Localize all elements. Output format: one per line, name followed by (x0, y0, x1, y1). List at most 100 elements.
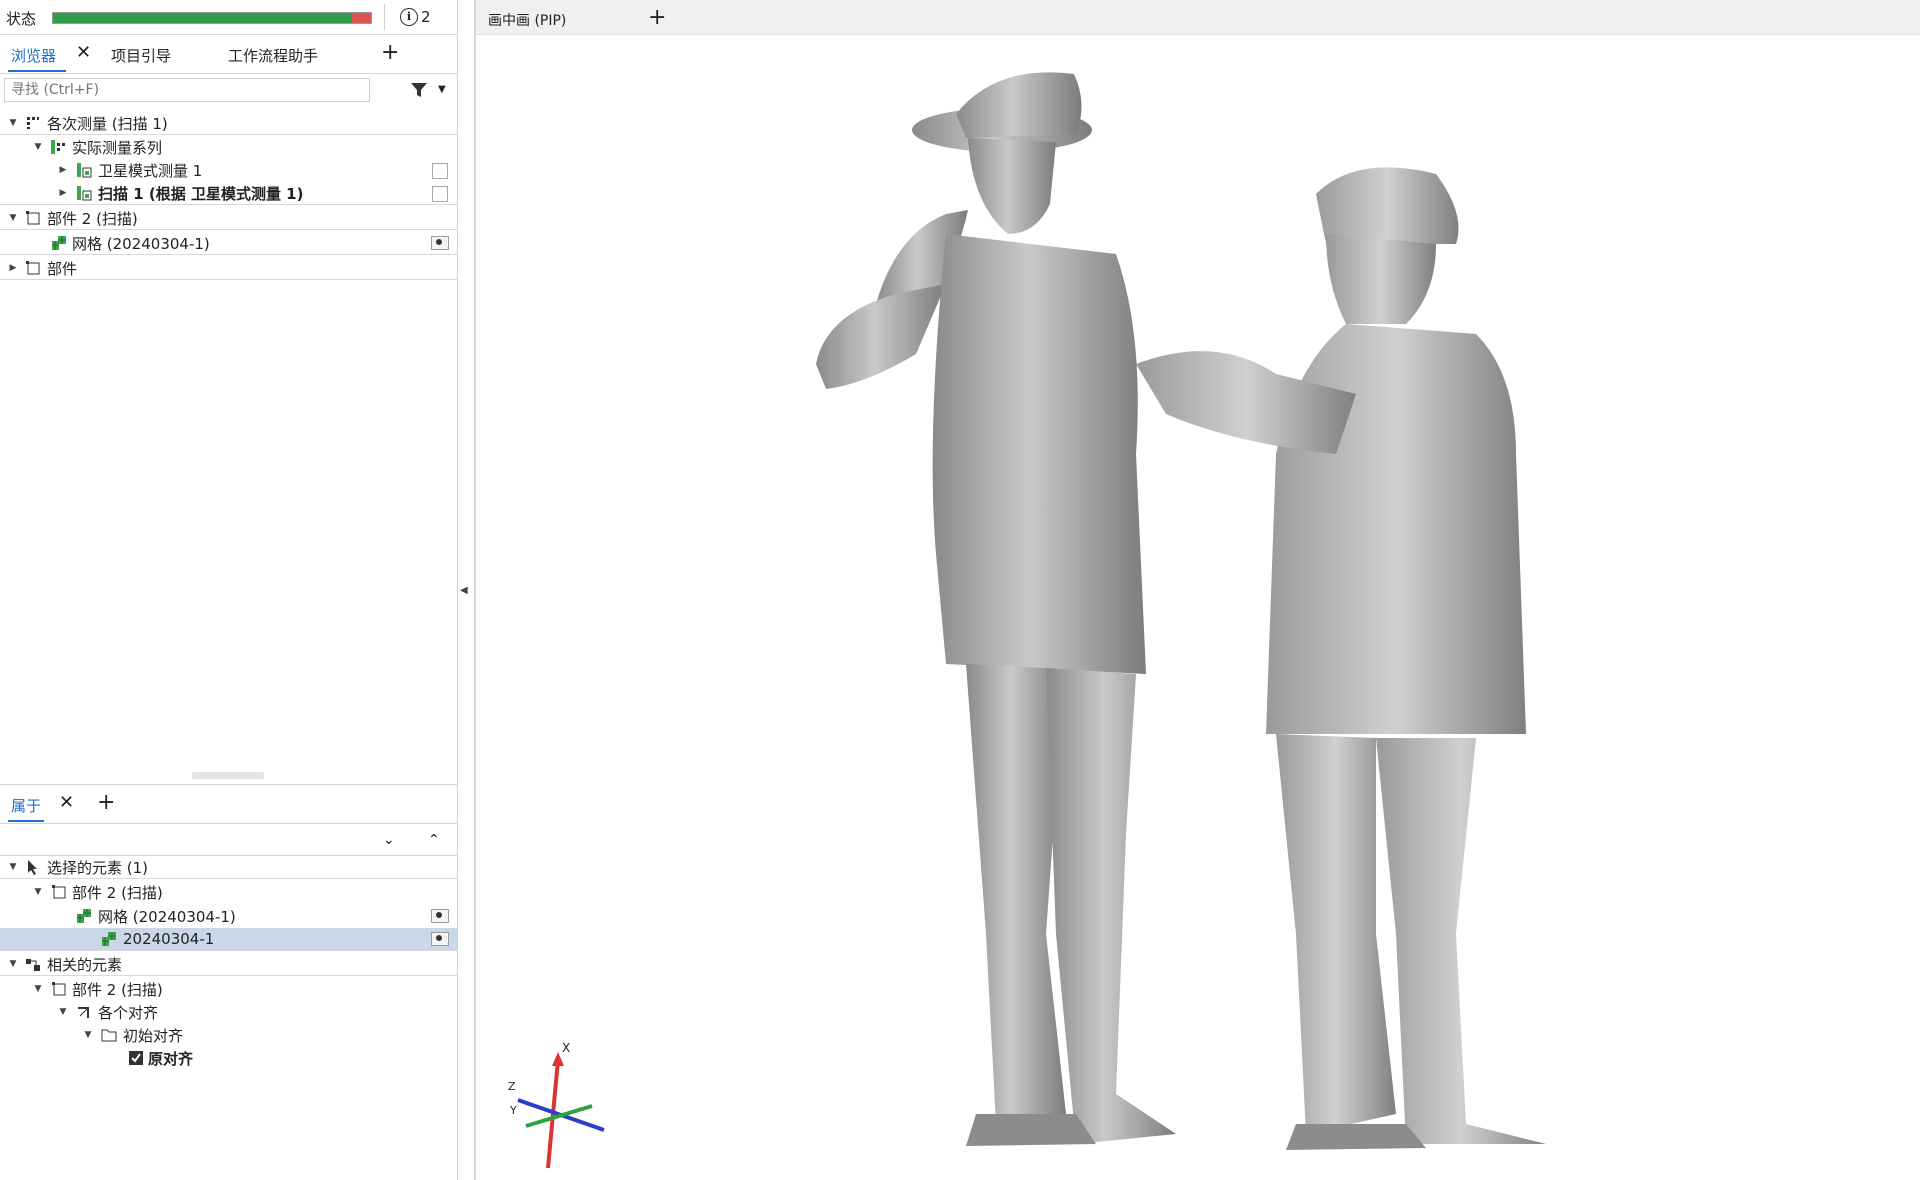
tree-item-satellite[interactable]: ▶ 卫星模式测量 1 (0, 159, 457, 181)
tree-item-label: 原对齐 (148, 1049, 194, 1068)
satellite-measurement-icon (77, 163, 92, 178)
close-icon[interactable]: ✕ (59, 792, 74, 813)
tab-workflow-assistant[interactable]: 工作流程助手 (228, 45, 318, 66)
tree-item-label: 各个对齐 (98, 1003, 159, 1022)
status-label: 状态 (6, 10, 37, 28)
chevron-down-icon[interactable]: ▼ (8, 213, 18, 223)
tree-item-label: 部件 2 (扫描) (72, 980, 163, 999)
checked-alignment-icon (129, 1051, 143, 1065)
scan-icon (77, 186, 92, 201)
folder-icon (101, 1029, 117, 1042)
tree-item-original-alignment[interactable]: 原对齐 (0, 1047, 457, 1069)
related-elements-icon (26, 959, 40, 971)
panel-splitter-handle[interactable] (192, 772, 264, 779)
add-tab-button[interactable]: + (381, 40, 399, 65)
cursor-icon (28, 860, 37, 875)
part-icon (52, 982, 66, 996)
series-icon (51, 140, 65, 154)
tree-item-mesh[interactable]: 网格 (20240304-1) (0, 232, 457, 255)
active-tab-indicator (8, 70, 66, 72)
add-view-button[interactable]: + (648, 5, 666, 30)
tree-item-label: 卫星模式测量 1 (98, 161, 203, 180)
chevron-right-icon[interactable]: ▶ (58, 188, 68, 198)
tree-item-label: 网格 (20240304-1) (72, 234, 210, 253)
tree-item-label: 网格 (20240304-1) (98, 907, 236, 926)
visibility-checkbox[interactable] (432, 163, 448, 179)
chevron-down-icon[interactable]: ▼ (83, 1030, 93, 1040)
tree-item-mesh[interactable]: 网格 (20240304-1) (0, 905, 457, 927)
mesh-icon (77, 909, 91, 923)
tab-browser[interactable]: 浏览器 (11, 45, 56, 66)
add-tab-button[interactable]: + (97, 790, 115, 815)
tree-item-label: 各次测量 (扫描 1) (47, 114, 168, 133)
visibility-checkbox[interactable] (432, 186, 448, 202)
collapse-panel-handle[interactable]: ◀ (460, 585, 468, 596)
tree-item-label: 部件 (47, 259, 78, 278)
tree-item-related-part2[interactable]: ▼ 部件 2 (扫描) (0, 978, 457, 1000)
tree-item-label: 扫描 1 (根据 卫星模式测量 1) (98, 184, 304, 203)
civilian-statue (1136, 167, 1546, 1150)
expand-all-icon[interactable]: ⌃ (428, 832, 440, 848)
info-icon: i (400, 8, 418, 26)
eye-icon[interactable] (431, 236, 449, 250)
soldier-statue (816, 72, 1176, 1146)
status-progress-bar (52, 12, 372, 24)
z-axis-label: Z (508, 1080, 516, 1093)
chevron-down-icon[interactable]: ▼ (8, 118, 18, 128)
tree-item-label: 20240304-1 (123, 930, 215, 948)
chevron-down-icon[interactable]: ▼ (438, 84, 446, 95)
chevron-down-icon[interactable]: ▼ (33, 984, 43, 994)
status-bar: 状态 i 2 (0, 0, 457, 35)
tree-item-label: 部件 2 (扫描) (72, 883, 163, 902)
tree-item-label: 相关的元素 (47, 955, 123, 974)
mesh-icon (52, 236, 66, 250)
tree-item-label: 部件 2 (扫描) (47, 209, 138, 228)
tree-item-label: 初始对齐 (123, 1026, 184, 1045)
chevron-down-icon[interactable]: ▼ (33, 142, 43, 152)
tab-project-guide[interactable]: 项目引导 (111, 45, 171, 66)
chevron-down-icon[interactable]: ▼ (8, 959, 18, 969)
x-axis-label: X (562, 1041, 570, 1055)
chevron-down-icon[interactable]: ▼ (8, 862, 18, 872)
info-count: 2 (421, 8, 431, 26)
tree-item-selected-elements[interactable]: ▼ 选择的元素 (1) (0, 856, 457, 879)
tree-item-part2[interactable]: ▼ 部件 2 (扫描) (0, 881, 457, 903)
tab-pip[interactable]: 画中画 (PIP) (488, 10, 566, 30)
tree-item-initial-alignment[interactable]: ▼ 初始对齐 (0, 1024, 457, 1046)
filter-icon[interactable] (410, 81, 428, 99)
tree-item-label: 实际测量系列 (72, 138, 163, 157)
3d-model-statues[interactable] (476, 34, 1920, 1180)
chevron-right-icon[interactable]: ▶ (58, 165, 68, 175)
tree-item-label: 选择的元素 (1) (47, 858, 149, 877)
chevron-down-icon[interactable]: ▼ (33, 887, 43, 897)
mesh-icon (102, 932, 116, 946)
browser-tabbar: 浏览器 ✕ 项目引导 工作流程助手 + (0, 35, 457, 74)
tree-item-mesh-data[interactable]: 20240304-1 (0, 928, 457, 951)
tree-item-actual-series[interactable]: ▼ 实际测量系列 (0, 136, 457, 158)
info-button[interactable]: i 2 (400, 6, 440, 28)
tree-item-related-elements[interactable]: ▼ 相关的元素 (0, 953, 457, 976)
status-progress-error (351, 13, 371, 23)
chevron-down-icon[interactable]: ▼ (58, 1007, 68, 1017)
eye-icon[interactable] (431, 909, 449, 923)
tree-item-measurements[interactable]: ▼ 各次测量 (扫描 1) (0, 112, 457, 135)
chevron-right-icon[interactable]: ▶ (8, 263, 18, 273)
y-axis-label: Y (509, 1104, 517, 1117)
search-input[interactable] (4, 78, 370, 102)
tree-item-alignments[interactable]: ▼ 各个对齐 (0, 1001, 457, 1023)
collapse-all-icon[interactable]: ⌄ (383, 832, 395, 848)
tree-item-part2[interactable]: ▼ 部件 2 (扫描) (0, 207, 457, 230)
part-icon (26, 261, 40, 275)
close-icon[interactable]: ✕ (76, 42, 91, 63)
eye-icon[interactable] (431, 932, 449, 946)
axis-triad: X Z Y (508, 1041, 605, 1169)
tree-item-part[interactable]: ▶ 部件 (0, 257, 457, 280)
part-icon (52, 885, 66, 899)
tree-item-scan1[interactable]: ▶ 扫描 1 (根据 卫星模式测量 1) (0, 182, 457, 205)
properties-tabbar: 属于 ✕ + (0, 784, 457, 824)
measurement-icon (27, 117, 39, 129)
alignment-icon (78, 1007, 89, 1018)
tab-properties[interactable]: 属于 (11, 795, 41, 816)
divider (384, 4, 385, 30)
part-icon (26, 211, 40, 225)
